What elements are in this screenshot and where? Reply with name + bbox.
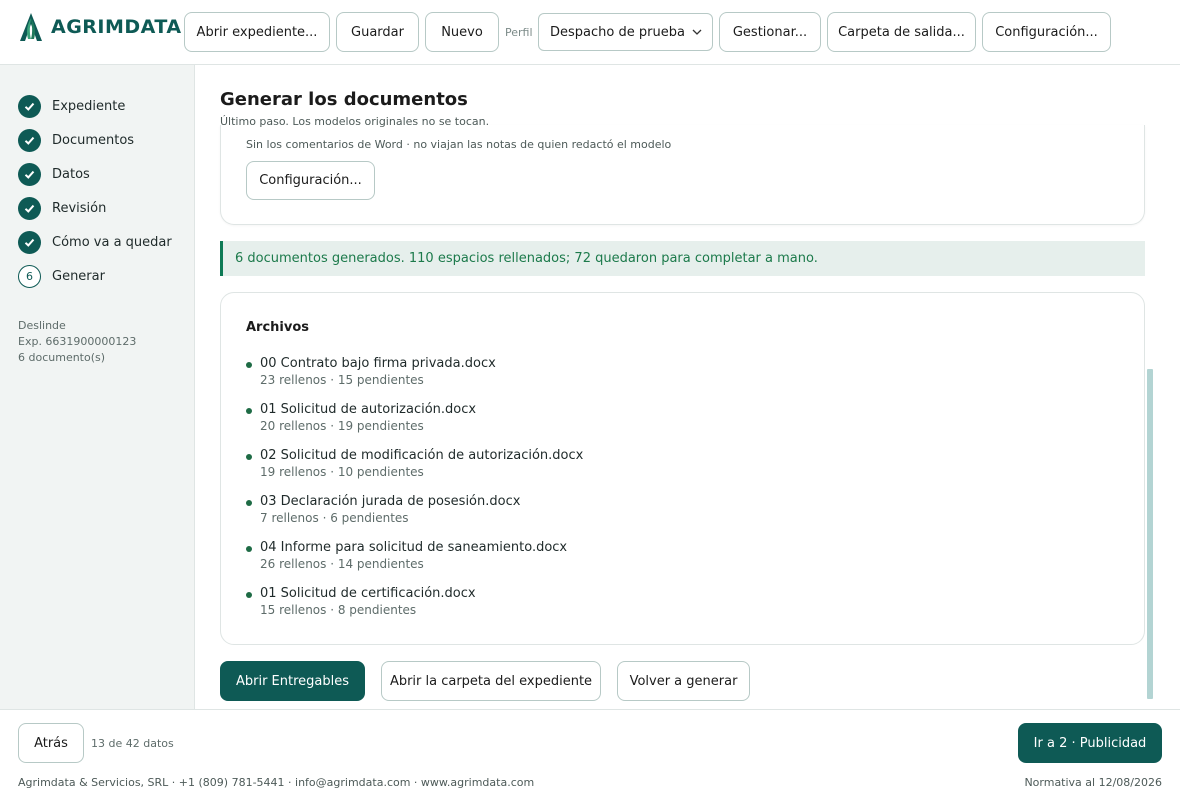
file-name: 01 Solicitud de certificación.docx [260,586,476,601]
open-file-button[interactable]: Abrir expediente... [184,12,330,52]
step-generar[interactable]: 6 Generar [18,264,105,288]
check-icon [18,196,41,220]
data-count: 13 de 42 datos [91,737,174,750]
success-message: 6 documentos generados. 110 espacios rel… [235,251,818,266]
app-logo: AGRIMDATA [18,11,182,43]
regenerate-button[interactable]: Volver a generar [617,661,750,701]
normativa-date: Normativa al 12/08/2026 [1024,776,1162,789]
main-scrollbar[interactable] [1147,369,1153,699]
case-summary: Deslinde Exp. 6631900000123 6 documento(… [18,318,136,366]
top-toolbar: AGRIMDATA Abrir expediente... Guardar Nu… [0,0,1180,65]
check-icon [18,162,41,186]
main-panel: Sin los comentarios de Word · no viajan … [196,65,1180,709]
success-banner: 6 documentos generados. 110 espacios rel… [220,241,1145,276]
options-card: Sin los comentarios de Word · no viajan … [220,125,1145,225]
step-label: Generar [52,268,105,284]
step-como-va-a-quedar[interactable]: Cómo va a quedar [18,230,172,254]
file-name: 03 Declaración jurada de posesión.docx [260,494,521,509]
options-note: Sin los comentarios de Word · no viajan … [246,138,672,151]
app-name: AGRIMDATA [51,16,182,38]
bullet-icon [246,500,252,506]
manage-button[interactable]: Gestionar... [719,12,821,52]
file-name: 00 Contrato bajo firma privada.docx [260,356,496,371]
check-icon [18,128,41,152]
open-deliverables-button[interactable]: Abrir Entregables [220,661,365,701]
file-name: 04 Informe para solicitud de saneamiento… [260,540,568,555]
step-label: Cómo va a quedar [52,234,172,250]
new-button[interactable]: Nuevo [425,12,499,52]
save-button[interactable]: Guardar [336,12,419,52]
logo-icon [20,13,42,41]
step-label: Documentos [52,132,135,148]
settings-button[interactable]: Configuración... [982,12,1111,52]
check-icon [18,94,41,118]
case-doc-count: 6 documento(s) [18,351,106,364]
case-number: Exp. 6631900000123 [18,335,137,348]
file-stats: 7 rellenos · 6 pendientes [260,511,409,525]
step-number: 6 [18,264,41,288]
case-type: Deslinde [18,319,66,332]
step-datos[interactable]: Datos [18,162,90,186]
footer-bar: Atrás 13 de 42 datos Ir a 2 · Publicidad… [0,709,1180,800]
step-expediente[interactable]: Expediente [18,94,125,118]
step-revision[interactable]: Revisión [18,196,106,220]
files-title: Archivos [246,320,310,335]
output-folder-button[interactable]: Carpeta de salida... [827,12,976,52]
bullet-icon [246,362,252,368]
chevron-down-icon [692,29,702,35]
wizard-sidebar: Expediente Documentos Datos Revisión Cóm… [0,65,195,709]
file-stats: 20 rellenos · 19 pendientes [260,419,424,433]
options-config-button[interactable]: Configuración... [246,161,375,200]
profile-select[interactable]: Despacho de prueba [538,13,713,51]
profile-label: Perfil [505,26,533,39]
step-documentos[interactable]: Documentos [18,128,134,152]
file-name: 02 Solicitud de modificación de autoriza… [260,448,584,463]
file-stats: 23 rellenos · 15 pendientes [260,373,424,387]
back-button[interactable]: Atrás [18,723,84,763]
bullet-icon [246,592,252,598]
page-subtitle: Último paso. Los modelos originales no s… [220,115,490,128]
step-label: Datos [52,166,90,182]
bullet-icon [246,408,252,414]
profile-select-value: Despacho de prueba [550,24,685,40]
bullet-icon [246,454,252,460]
file-stats: 15 rellenos · 8 pendientes [260,603,417,617]
page-title: Generar los documentos [220,89,468,110]
company-contact: Agrimdata & Servicios, SRL · +1 (809) 78… [18,776,535,789]
next-step-button[interactable]: Ir a 2 · Publicidad [1018,723,1162,763]
check-icon [18,230,41,254]
file-stats: 19 rellenos · 10 pendientes [260,465,424,479]
open-case-folder-button[interactable]: Abrir la carpeta del expediente [381,661,601,701]
bullet-icon [246,546,252,552]
step-label: Expediente [52,98,126,114]
files-card: Archivos 00 Contrato bajo firma privada.… [220,292,1145,645]
file-name: 01 Solicitud de autorización.docx [260,402,477,417]
file-stats: 26 rellenos · 14 pendientes [260,557,424,571]
step-label: Revisión [52,200,107,216]
